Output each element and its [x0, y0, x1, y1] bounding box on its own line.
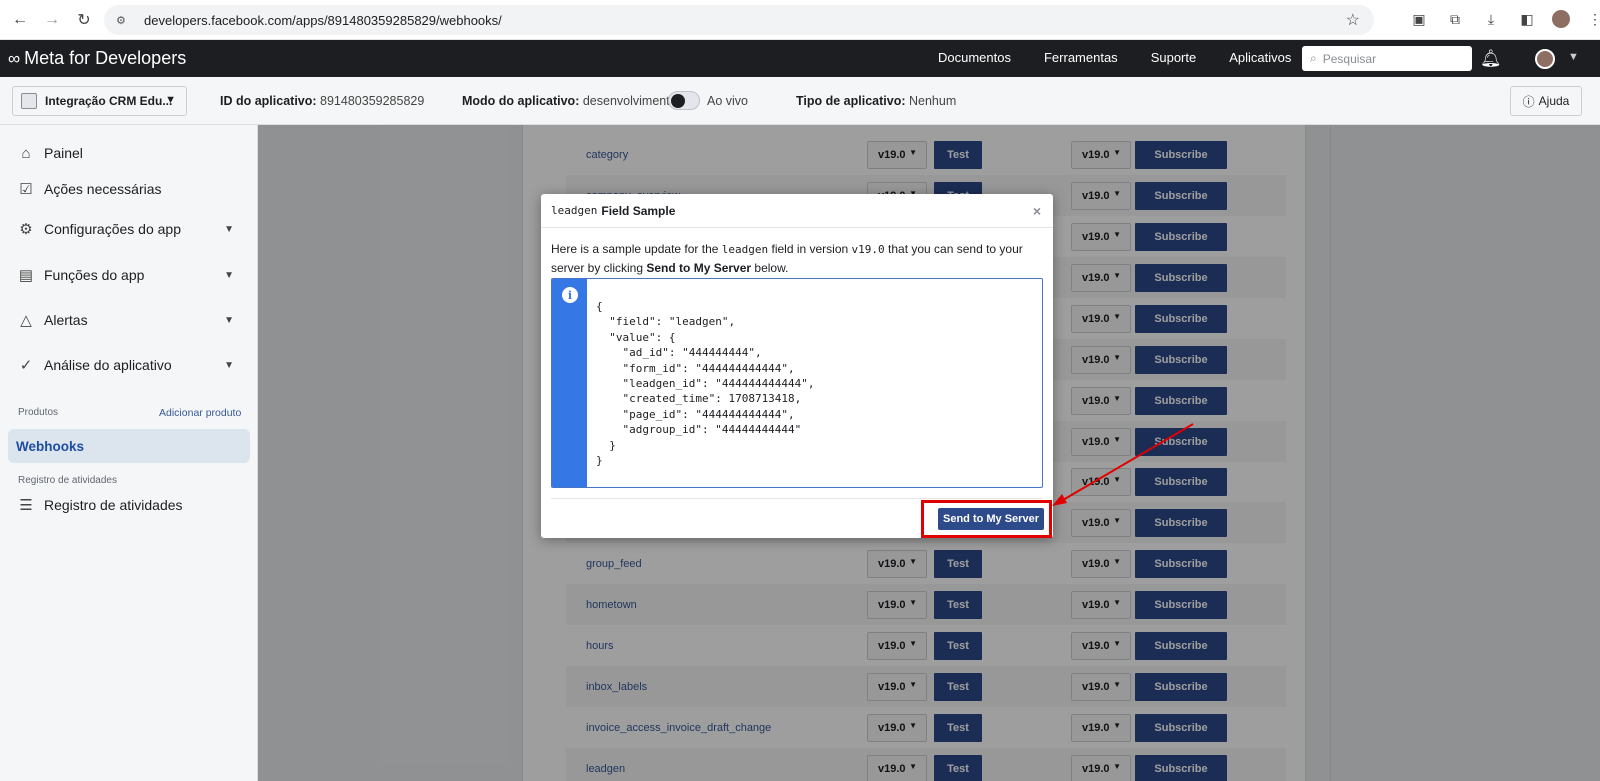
app-mode-value: desenvolvimento: [582, 94, 677, 108]
sidebar-item-label: Análise do aplicativo: [44, 357, 172, 373]
sidebar-item-configuracoes[interactable]: ⚙ Configurações do app ▼: [16, 219, 242, 239]
app-type-value: Nenhum: [909, 94, 957, 108]
annotation-highlight-box: [921, 500, 1052, 538]
profile-avatar-icon[interactable]: [1552, 10, 1570, 28]
back-icon[interactable]: ←: [6, 6, 34, 34]
sidebar-item-acoes[interactable]: ☑ Ações necessárias: [16, 179, 242, 199]
nav-link-aplicativos[interactable]: Aplicativos: [1229, 50, 1291, 65]
site-settings-icon[interactable]: ⚙: [116, 14, 132, 27]
sample-payload-code: { "field": "leadgen", "value": { "ad_id"…: [596, 300, 815, 468]
nav-link-suporte[interactable]: Suporte: [1151, 50, 1197, 65]
extensions-puzzle-icon[interactable]: ⧉: [1444, 8, 1466, 30]
app-info-bar: Integração CRM Edu... ▼ ID do aplicativo…: [0, 77, 1600, 125]
sidebar-item-funcoes[interactable]: ▤ Funções do app ▼: [16, 265, 242, 285]
products-section-label: Produtos: [18, 407, 59, 418]
desc-bold: Send to My Server: [646, 261, 752, 275]
help-label: Ajuda: [1538, 94, 1570, 108]
add-product-link[interactable]: Adicionar produto: [159, 407, 241, 419]
search-placeholder: Pesquisar: [1322, 51, 1377, 66]
app-name: Integração CRM Edu...: [45, 94, 173, 108]
sidebar-item-label: Painel: [44, 145, 83, 161]
app-type: Tipo de aplicativo: Nenhum: [796, 94, 956, 108]
sidebar-item-webhooks[interactable]: Webhooks: [8, 429, 250, 463]
browser-toolbar: ← → ↻ ⚙ developers.facebook.com/apps/891…: [0, 0, 1600, 40]
bookmark-star-icon[interactable]: ☆: [1346, 10, 1360, 30]
help-button[interactable]: ⓘ Ajuda: [1510, 86, 1582, 116]
meta-top-nav: ∞ Meta for Developers Documentos Ferrame…: [0, 40, 1600, 77]
sidebar-item-label: Alertas: [44, 312, 88, 328]
sidebar-item-alertas[interactable]: △ Alertas ▼: [16, 310, 242, 330]
browser-menu-icon[interactable]: ⋮: [1584, 8, 1600, 30]
side-panel-icon[interactable]: ◧: [1516, 8, 1538, 30]
list-icon: ☰: [19, 497, 33, 514]
checklist-icon: ☑: [19, 181, 33, 198]
chevron-down-icon: ▼: [224, 359, 234, 371]
forward-icon[interactable]: →: [38, 6, 66, 34]
sample-payload-box: i { "field": "leadgen", "value": { "ad_i…: [551, 278, 1043, 488]
app-type-label: Tipo de aplicativo:: [796, 94, 906, 108]
sidebar-item-analise[interactable]: ✓ Análise do aplicativo ▼: [16, 355, 242, 375]
sidebar-item-painel[interactable]: ⌂ Painel: [16, 143, 242, 163]
gear-icon: ⚙: [19, 221, 33, 238]
activity-section-label: Registro de atividades: [18, 475, 117, 486]
sidebar: ⌂ Painel ☑ Ações necessárias ⚙ Configura…: [0, 125, 258, 781]
desc-text: below.: [754, 261, 789, 275]
sidebar-item-label: Ações necessárias: [44, 181, 162, 197]
app-selector[interactable]: Integração CRM Edu... ▼: [12, 86, 187, 116]
dialog-header: leadgen Field Sample ×: [541, 194, 1053, 228]
help-question-icon: ⓘ: [1522, 94, 1535, 109]
desc-text: Here is a sample update for the: [551, 242, 719, 256]
meta-infinity-icon: ∞: [8, 48, 21, 68]
chevron-down-icon: ▼: [224, 314, 234, 326]
top-nav-links: Documentos Ferramentas Suporte Aplicativ…: [938, 50, 1291, 65]
sidebar-item-label: Registro de atividades: [44, 497, 183, 513]
nav-link-ferramentas[interactable]: Ferramentas: [1044, 50, 1118, 65]
app-id: ID do aplicativo: 891480359285829: [220, 94, 424, 108]
search-icon: ⌕: [1310, 51, 1317, 65]
search-input[interactable]: ⌕ Pesquisar: [1302, 46, 1472, 71]
chevron-down-icon: ▼: [224, 269, 234, 281]
close-icon[interactable]: ×: [1033, 203, 1041, 219]
app-id-label: ID do aplicativo:: [220, 94, 317, 108]
shield-check-icon: ✓: [19, 357, 33, 374]
footer-divider: [551, 498, 1043, 499]
info-gutter: i: [552, 279, 587, 487]
bell-icon: △: [20, 312, 32, 329]
account-caret-icon[interactable]: ▼: [1568, 51, 1579, 63]
sidebar-item-registro[interactable]: ☰ Registro de atividades: [16, 495, 242, 515]
desc-field-name: leadgen: [721, 243, 769, 256]
notifications-bell-icon[interactable]: 🔔︎: [1480, 49, 1502, 69]
app-id-value: 891480359285829: [320, 94, 425, 108]
live-mode-toggle[interactable]: [668, 91, 700, 110]
roles-icon: ▤: [18, 267, 34, 284]
app-mode-label: Modo do aplicativo:: [462, 94, 580, 108]
home-icon: ⌂: [21, 144, 31, 162]
desc-version: v19.0: [851, 243, 885, 256]
meta-logo[interactable]: ∞ Meta for Developers: [8, 48, 186, 69]
toggle-knob: [671, 94, 685, 108]
app-mode: Modo do aplicativo: desenvolvimento: [462, 94, 677, 108]
avatar[interactable]: [1535, 49, 1555, 69]
extension-icons: ▣ ⧉ ⤓ ◧ ⋮: [1408, 8, 1600, 30]
app-icon: [21, 93, 37, 109]
desc-text: field in version: [771, 242, 849, 256]
info-icon: i: [562, 287, 578, 303]
address-bar[interactable]: ⚙ developers.facebook.com/apps/891480359…: [104, 5, 1374, 35]
brand-name: Meta for Developers: [24, 48, 187, 68]
dialog-title: Field Sample: [601, 203, 676, 218]
sidebar-item-label: Configurações do app: [44, 221, 181, 237]
field-sample-dialog: leadgen Field Sample × Here is a sample …: [541, 194, 1053, 538]
url-text[interactable]: developers.facebook.com/apps/89148035928…: [144, 13, 502, 28]
nav-link-documentos[interactable]: Documentos: [938, 50, 1011, 65]
chevron-down-icon: ▼: [224, 223, 234, 235]
caret-down-icon: ▼: [165, 94, 176, 106]
live-label: Ao vivo: [707, 94, 748, 108]
sidebar-item-label: Funções do app: [44, 267, 145, 283]
download-icon[interactable]: ⤓: [1480, 8, 1502, 30]
dialog-title-field: leadgen: [551, 204, 598, 217]
reload-icon[interactable]: ↻: [70, 6, 98, 34]
extension-m-icon[interactable]: ▣: [1408, 8, 1430, 30]
dialog-description: Here is a sample update for the leadgen …: [551, 240, 1041, 277]
